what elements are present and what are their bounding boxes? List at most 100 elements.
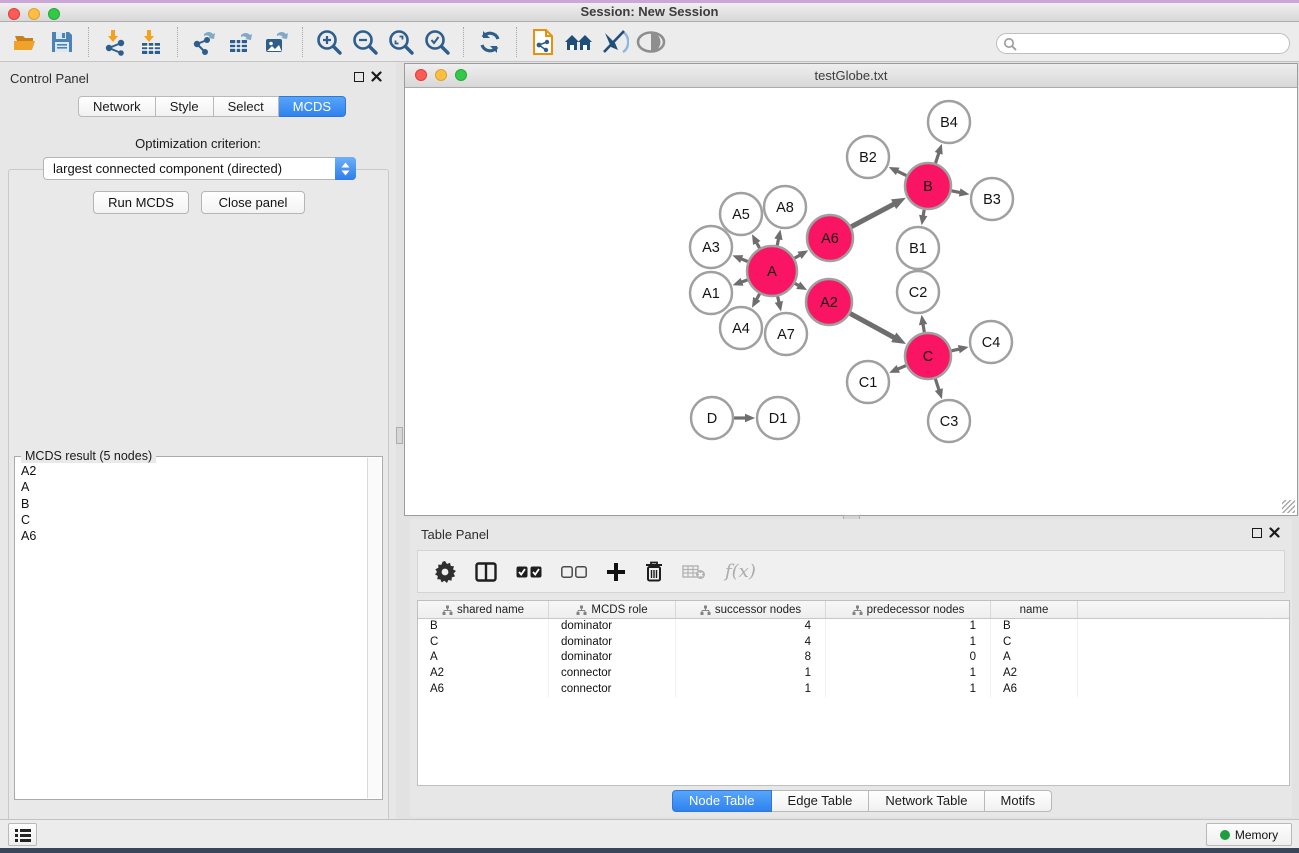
deselect-all-button[interactable] [561,566,587,578]
result-item[interactable]: A2 [17,463,366,479]
trash-icon [645,561,663,582]
table-row[interactable]: Bdominator41B [418,619,1289,635]
maximize-network-window-button[interactable] [455,69,467,81]
export-table-button[interactable] [222,25,258,59]
close-panel-icon[interactable] [371,71,382,82]
close-network-window-button[interactable] [415,69,427,81]
table-row[interactable]: A6connector11A6 [418,682,1289,698]
import-table-button[interactable] [133,25,169,59]
window-controls [8,8,60,20]
double-house-icon [564,30,594,54]
deselect-all-icon [561,566,587,578]
memory-button[interactable]: Memory [1206,823,1292,846]
edge-arrowhead [774,230,782,241]
result-item[interactable]: B [17,496,366,512]
import-network-button[interactable] [97,25,133,59]
search-input[interactable] [1017,35,1289,52]
zoom-in-button[interactable] [311,25,347,59]
float-panel-icon[interactable] [354,72,364,82]
optimization-criterion-label: Optimization criterion: [0,136,396,151]
node-label-C2: C2 [909,285,928,301]
tab-node-table[interactable]: Node Table [672,790,772,812]
tab-network[interactable]: Network [78,96,156,117]
graph-edge-A6-B[interactable] [851,203,896,227]
table-row[interactable]: A2connector11A2 [418,666,1289,682]
window-resize-grip[interactable] [1282,500,1295,513]
minimize-network-window-button[interactable] [435,69,447,81]
float-table-panel-icon[interactable] [1252,528,1262,538]
result-item[interactable]: C [17,512,366,528]
select-all-button[interactable] [516,566,542,578]
save-icon [50,30,74,54]
tab-style[interactable]: Style [156,96,214,117]
zoom-fit-button[interactable] [383,25,419,59]
graph-edge-A2-C[interactable] [850,313,896,338]
cell-name: A2 [991,666,1078,682]
result-item[interactable]: A6 [17,528,366,544]
task-history-button[interactable] [8,823,37,846]
network-window-titlebar[interactable]: testGlobe.txt [405,64,1297,88]
save-session-button[interactable] [44,25,80,59]
add-column-button[interactable] [606,562,626,582]
tab-network-table[interactable]: Network Table [869,790,984,812]
cell-name: C [991,635,1078,651]
search-field[interactable] [996,33,1290,54]
close-window-button[interactable] [8,8,20,20]
control-panel: Control Panel NetworkStyleSelectMCDS Opt… [0,62,396,819]
zoom-out-button[interactable] [347,25,383,59]
tab-mcds[interactable]: MCDS [279,96,346,117]
edge-arrowhead [935,144,943,155]
function-builder-button[interactable]: f(x) [725,561,756,582]
import-table-icon [137,28,165,56]
delete-table-button[interactable] [682,564,706,580]
status-bar: Memory [0,819,1299,848]
cell-name: A [991,650,1078,666]
show-graphics-details-button[interactable] [633,25,669,59]
minimize-window-button[interactable] [28,8,40,20]
result-item[interactable]: A [17,479,366,495]
table-row[interactable]: Cdominator41C [418,635,1289,651]
toolbar-separator [177,27,178,57]
close-table-panel-icon[interactable] [1269,527,1280,538]
export-image-button[interactable] [258,25,294,59]
export-network-button[interactable] [186,25,222,59]
edge-arrowhead [958,345,969,353]
mcds-result-list[interactable]: A2ABCA6 [17,463,366,797]
maximize-window-button[interactable] [48,8,60,20]
column-header-shared-name[interactable]: shared name [418,601,549,618]
edge-arrowhead [935,388,943,399]
table-panel: Table Panel [410,519,1292,817]
network-canvas[interactable]: AA6A2BCA5A8A3A1A4A7B2B4B3B1C2C4C1C3DD1 [405,88,1297,515]
close-panel-button[interactable]: Close panel [201,191,305,214]
dropdown-stepper-icon [335,157,356,180]
tab-edge-table[interactable]: Edge Table [772,790,870,812]
network-graph[interactable]: AA6A2BCA5A8A3A1A4A7B2B4B3B1C2C4C1C3DD1 [405,88,1297,515]
open-file-button[interactable] [8,25,44,59]
first-neighbors-button[interactable] [561,25,597,59]
column-header-mcds-role[interactable]: MCDS role [549,601,676,618]
control-panel-title: Control Panel [10,71,89,86]
cell-shared-name: B [418,619,549,635]
node-label-A3: A3 [702,240,720,256]
toolbar-separator [88,27,89,57]
tab-motifs[interactable]: Motifs [985,790,1053,812]
run-mcds-button[interactable]: Run MCDS [93,191,189,214]
column-header-predecessor-nodes[interactable]: predecessor nodes [826,601,991,618]
column-header-successor-nodes[interactable]: successor nodes [676,601,826,618]
refresh-button[interactable] [472,25,508,59]
hide-selection-button[interactable] [597,25,633,59]
table-settings-button[interactable] [434,561,456,583]
column-header-name[interactable]: name [991,601,1078,618]
delete-column-button[interactable] [645,561,663,582]
vertical-split-handle[interactable] [396,427,403,444]
node-label-C3: C3 [940,414,959,430]
table-columns-button[interactable] [475,562,497,582]
table-row[interactable]: Adominator80A [418,650,1289,666]
zoom-selected-button[interactable] [419,25,455,59]
cell-predecessor-nodes: 1 [826,619,991,635]
criterion-dropdown[interactable]: largest connected component (directed) [43,157,356,180]
new-network-from-selection-button[interactable] [525,25,561,59]
tab-select[interactable]: Select [214,96,279,117]
result-scrollbar[interactable] [367,458,381,798]
cell-predecessor-nodes: 1 [826,666,991,682]
